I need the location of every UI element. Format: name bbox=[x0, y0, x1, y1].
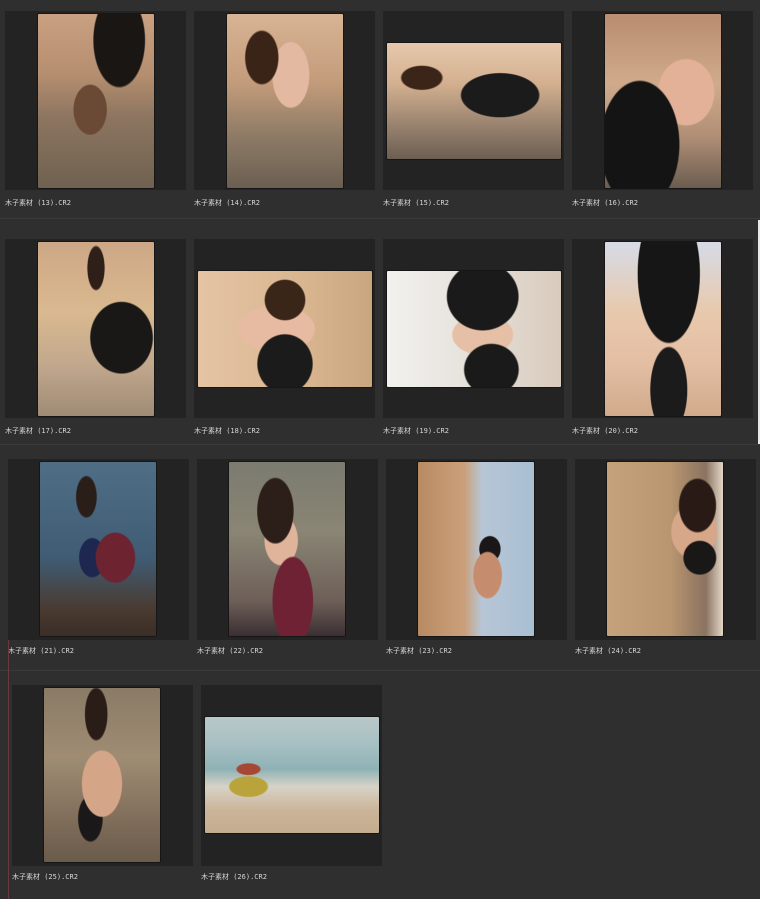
photo-thumbnail[interactable] bbox=[205, 717, 379, 833]
photo-thumbnail[interactable] bbox=[227, 14, 343, 188]
thumbnail-frame bbox=[201, 685, 382, 866]
thumbnail-frame bbox=[572, 239, 753, 418]
photo-thumbnail[interactable] bbox=[418, 462, 534, 636]
photo-thumbnail[interactable] bbox=[229, 462, 345, 636]
thumbnail-caption: 木子素材 (17).CR2 bbox=[5, 427, 71, 435]
photo-thumbnail[interactable] bbox=[198, 271, 372, 387]
photo-thumbnail[interactable] bbox=[38, 242, 154, 416]
row-separator bbox=[0, 670, 760, 671]
photo-thumbnail[interactable] bbox=[605, 14, 721, 188]
thumbnail-frame bbox=[194, 239, 375, 418]
thumbnail-caption: 木子素材 (18).CR2 bbox=[194, 427, 260, 435]
thumbnail-frame bbox=[5, 239, 186, 418]
thumbnail-frame bbox=[383, 239, 564, 418]
thumbnail-frame bbox=[572, 11, 753, 190]
photo-thumbnail[interactable] bbox=[387, 271, 561, 387]
photo-thumbnail[interactable] bbox=[40, 462, 156, 636]
thumbnail-caption: 木子素材 (13).CR2 bbox=[5, 199, 71, 207]
thumbnail-frame bbox=[8, 459, 189, 640]
thumbnail-caption: 木子素材 (24).CR2 bbox=[575, 647, 641, 655]
divider-line bbox=[8, 640, 9, 899]
thumbnail-caption: 木子素材 (20).CR2 bbox=[572, 427, 638, 435]
thumbnail-caption: 木子素材 (21).CR2 bbox=[8, 647, 74, 655]
photo-thumbnail[interactable] bbox=[605, 242, 721, 416]
thumbnail-frame bbox=[575, 459, 756, 640]
row-separator bbox=[0, 218, 760, 219]
thumbnail-frame bbox=[383, 11, 564, 190]
thumbnail-caption: 木子素材 (15).CR2 bbox=[383, 199, 449, 207]
thumbnail-caption: 木子素材 (19).CR2 bbox=[383, 427, 449, 435]
photo-thumbnail[interactable] bbox=[607, 462, 723, 636]
thumbnail-frame bbox=[197, 459, 378, 640]
thumbnail-caption: 木子素材 (16).CR2 bbox=[572, 199, 638, 207]
thumbnail-frame bbox=[194, 11, 375, 190]
thumbnail-caption: 木子素材 (14).CR2 bbox=[194, 199, 260, 207]
photo-thumbnail[interactable] bbox=[38, 14, 154, 188]
thumbnail-caption: 木子素材 (26).CR2 bbox=[201, 873, 267, 881]
thumbnail-caption: 木子素材 (25).CR2 bbox=[12, 873, 78, 881]
thumbnail-caption: 木子素材 (22).CR2 bbox=[197, 647, 263, 655]
photo-thumbnail[interactable] bbox=[44, 688, 160, 862]
row-separator bbox=[0, 444, 760, 445]
thumbnail-frame bbox=[386, 459, 567, 640]
thumbnail-grid: 木子素材 (13).CR2 木子素材 (14).CR2 木子素材 (15).CR… bbox=[0, 0, 760, 899]
photo-thumbnail[interactable] bbox=[387, 43, 561, 159]
thumbnail-caption: 木子素材 (23).CR2 bbox=[386, 647, 452, 655]
thumbnail-frame bbox=[12, 685, 193, 866]
thumbnail-frame bbox=[5, 11, 186, 190]
